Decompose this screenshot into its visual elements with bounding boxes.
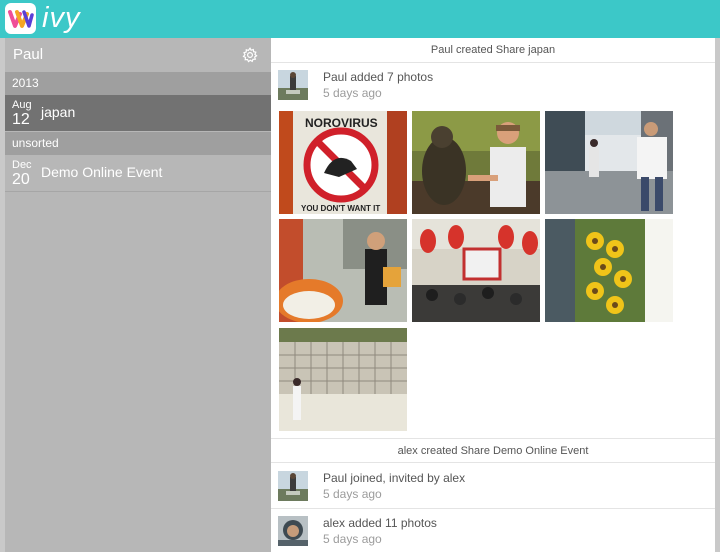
photo-sake-barrels[interactable]: [279, 328, 407, 431]
activity-title: Paul joined, invited by alex: [323, 471, 466, 485]
event-day: 20: [12, 171, 30, 188]
event-name: Demo Online Event: [41, 164, 163, 180]
event-day: 12: [12, 111, 30, 128]
photo-street-scene[interactable]: [545, 111, 673, 214]
avatar[interactable]: [278, 471, 308, 501]
sidebar-group-unsorted: unsorted: [5, 132, 271, 155]
event-name: japan: [41, 104, 76, 120]
sign-text-bottom: YOU DON'T WANT IT: [301, 204, 380, 213]
sidebar-item-demo-online-event[interactable]: Dec 20 Demo Online Event: [5, 155, 271, 191]
event-month: Aug: [12, 99, 32, 111]
gear-icon[interactable]: [242, 47, 258, 63]
photo-arcade-woman[interactable]: [279, 219, 407, 322]
sidebar: Paul 2013 Aug 12 japan unsorted Dec 20 D…: [5, 38, 271, 552]
top-bar: ivy: [0, 0, 720, 38]
event-month: Dec: [12, 159, 32, 171]
photo-norovirus-sign[interactable]: NOROVIRUS YOU DON'T WANT IT: [279, 111, 407, 214]
feed-divider: [271, 508, 715, 509]
sidebar-divider: [5, 191, 271, 192]
avatar[interactable]: [278, 516, 308, 546]
photo-festival-lanterns[interactable]: [412, 219, 540, 322]
activity-title: Paul added 7 photos: [323, 70, 434, 84]
activity-entry[interactable]: Paul added 7 photos 5 days ago: [278, 70, 708, 110]
sidebar-group-2013: 2013: [5, 72, 271, 95]
sidebar-header: Paul: [5, 38, 271, 71]
activity-time: 5 days ago: [323, 86, 382, 100]
ivy-logo-icon[interactable]: [5, 3, 36, 34]
activity-entry[interactable]: Paul joined, invited by alex 5 days ago: [278, 471, 708, 511]
user-name[interactable]: Paul: [13, 46, 43, 63]
activity-entry[interactable]: alex added 11 photos 5 days ago: [278, 516, 708, 552]
photo-sunflowers[interactable]: [545, 219, 673, 322]
avatar[interactable]: [278, 70, 308, 100]
activity-feed: Paul created Share japan Paul added 7 ph…: [271, 38, 715, 552]
activity-time: 5 days ago: [323, 532, 382, 546]
app-name: ivy: [42, 2, 81, 34]
activity-title: alex added 11 photos: [323, 516, 437, 530]
photo-man-with-statue[interactable]: [412, 111, 540, 214]
activity-time: 5 days ago: [323, 487, 382, 501]
sign-text-top: NOROVIRUS: [305, 116, 378, 130]
share-header: Paul created Share japan: [271, 38, 715, 63]
sidebar-item-japan[interactable]: Aug 12 japan: [5, 95, 271, 131]
share-header: alex created Share Demo Online Event: [271, 438, 715, 463]
